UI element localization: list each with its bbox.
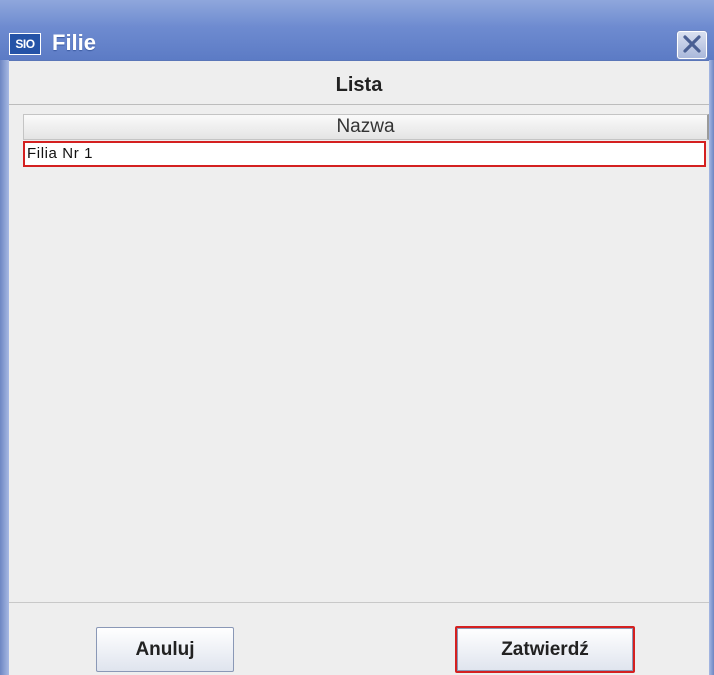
app-logo-icon: SIO — [9, 33, 41, 55]
cancel-button[interactable]: Anuluj — [96, 627, 234, 672]
title-bar[interactable]: SIO Filie — [0, 0, 714, 61]
dialog-content: Lista Nazwa Filia Nr 1 Anuluj Zatwierdź — [9, 61, 709, 675]
footer-divider — [9, 602, 709, 603]
filie-table: Nazwa Filia Nr 1 — [23, 114, 709, 601]
close-button[interactable] — [677, 31, 707, 59]
table-row[interactable]: Filia Nr 1 — [23, 141, 706, 167]
window-title: Filie — [52, 30, 97, 55]
window-left-border — [0, 60, 9, 675]
close-icon — [683, 35, 701, 53]
list-panel-title: Lista — [9, 74, 709, 105]
table-column-header-nazwa[interactable]: Nazwa — [23, 114, 709, 140]
window-right-border — [709, 60, 714, 675]
dialog-window: SIO Filie Lista Nazwa Filia Nr 1 Anuluj … — [0, 0, 714, 675]
confirm-button[interactable]: Zatwierdź — [455, 626, 635, 673]
